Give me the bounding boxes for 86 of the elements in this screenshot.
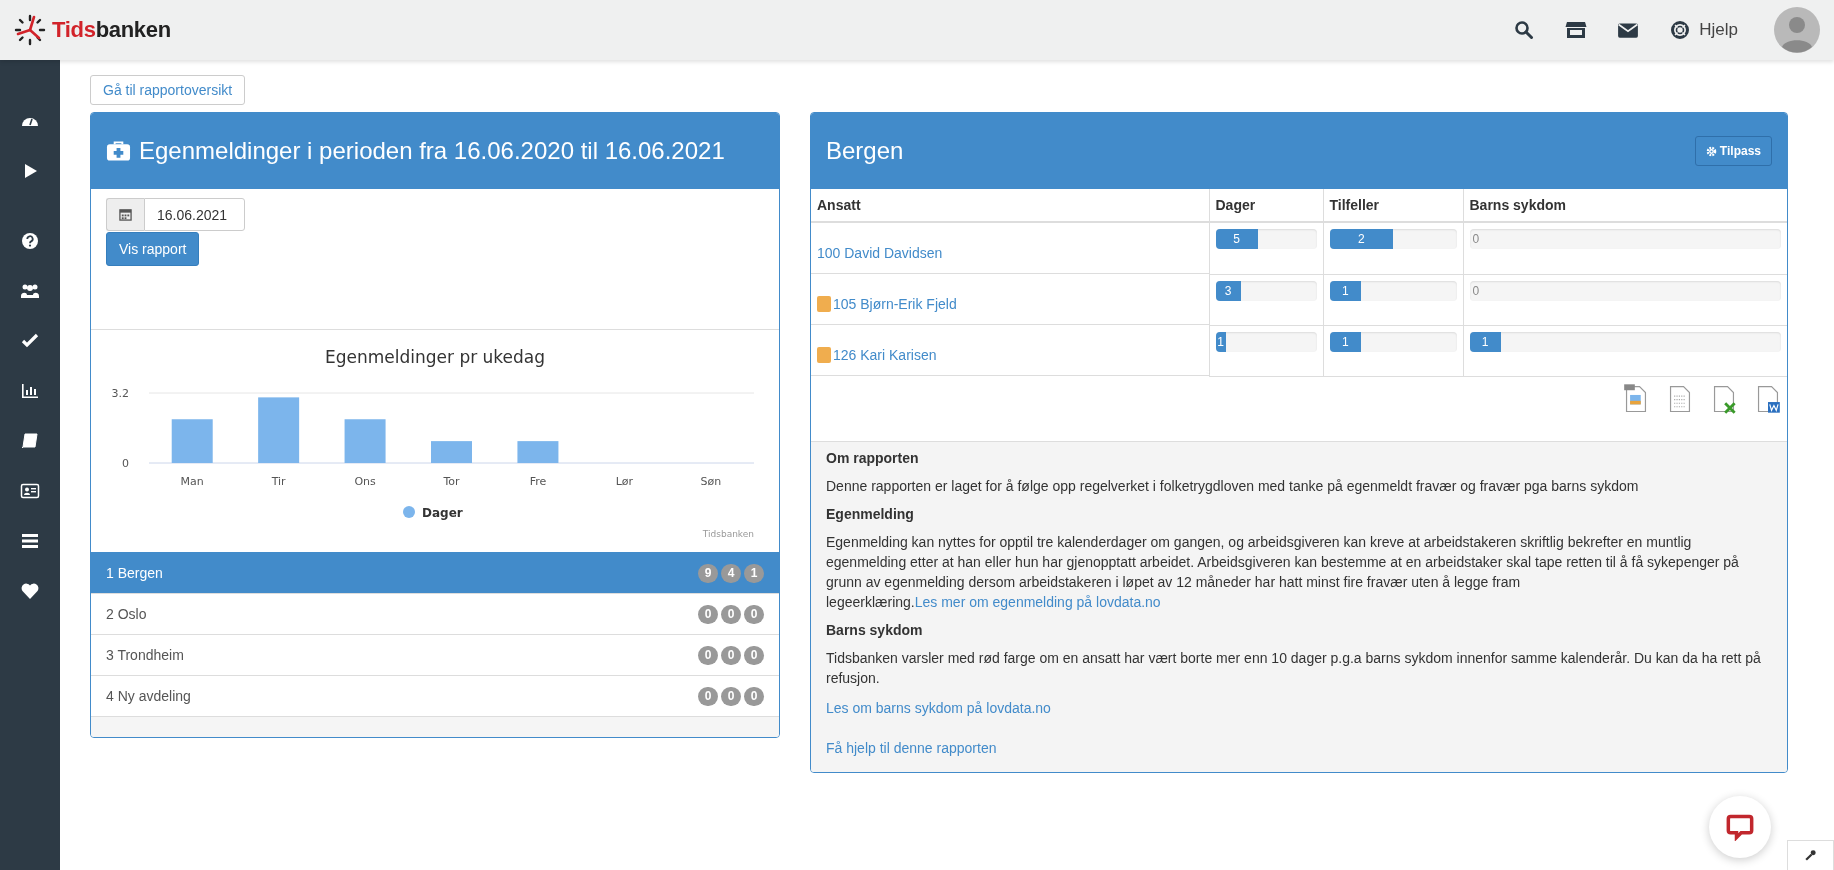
x-axis-label: Fre — [529, 475, 547, 488]
wrench-icon — [1804, 849, 1817, 862]
count-badge: 0 — [721, 645, 741, 665]
lovdata-link[interactable]: Les mer om egenmelding på lovdata.no — [914, 593, 1161, 610]
chart-bar — [431, 441, 472, 463]
date-field[interactable]: 16.06.2021 — [144, 198, 245, 231]
count-badge: 0 — [721, 686, 741, 706]
x-axis-label: Man — [180, 475, 204, 488]
logo-text: Tidsbanken — [52, 17, 171, 43]
info-heading: Barns sykdom — [826, 621, 924, 638]
progress-fill: 1 — [1215, 331, 1226, 352]
report-title: Egenmeldinger i perioden fra 16.06.2020 til 16.06.2021 — [139, 137, 725, 165]
count-badge: 0 — [744, 645, 764, 665]
department-title: Bergen — [826, 137, 904, 165]
progress-value: 0 — [1471, 282, 1480, 300]
customize-button[interactable]: Tilpass — [1694, 136, 1772, 166]
list-icon[interactable] — [20, 531, 40, 551]
chart-credit[interactable]: Tidsbanken — [702, 529, 754, 539]
logo[interactable]: Tidsbanken — [14, 14, 171, 46]
chart-bar — [171, 419, 213, 463]
report-help-link[interactable]: Få hjelp til denne rapporten — [826, 739, 997, 756]
calendar-addon[interactable] — [106, 198, 144, 231]
progress-fill: 1 — [1469, 331, 1501, 352]
x-axis-label: Tir — [271, 475, 286, 488]
help-link[interactable]: Hjelp — [1669, 20, 1738, 40]
y-tick-label: 3.2 — [111, 387, 129, 400]
back-to-overview-button[interactable]: Gå til rapportoversikt — [90, 75, 246, 105]
x-axis-label: Ons — [354, 475, 376, 488]
department-item[interactable]: 3 Trondheim 0 0 0 — [91, 634, 779, 675]
progress-fill: 3 — [1215, 280, 1241, 301]
count-badge: 0 — [698, 645, 718, 665]
store-icon[interactable] — [1565, 20, 1588, 40]
lifebuoy-icon — [1669, 20, 1692, 40]
employee-link[interactable]: 105 Bjørn-Erik Fjeld — [833, 296, 957, 312]
chart-bar — [517, 441, 559, 463]
progress-fill: 1 — [1329, 331, 1362, 352]
image-file-icon[interactable] — [1623, 382, 1649, 414]
chat-button[interactable] — [1709, 796, 1771, 858]
progress-fill: 2 — [1329, 229, 1393, 249]
employee-link[interactable]: 100 David Davidsen — [817, 245, 943, 261]
x-axis-label: Søn — [700, 475, 722, 488]
column-header: Tilfeller — [1323, 189, 1463, 222]
chart-bar — [258, 397, 300, 463]
count-badge: 0 — [698, 686, 718, 706]
chat-bubble-icon — [1726, 813, 1754, 841]
count-badge: 0 — [721, 604, 741, 624]
legend-dot-icon — [403, 506, 415, 518]
heart-icon[interactable] — [20, 581, 40, 601]
count-badge: 0 — [744, 604, 764, 624]
x-axis-label: Lør — [615, 475, 634, 488]
count-badge: 1 — [744, 563, 764, 583]
chart-bar — [344, 419, 386, 463]
info-paragraph: Egenmelding kan nyttes for opptil tre kalenderdager om gangen, og arbeidsgiveren kan kreve at arbeidstakeren skriftlig bekrefter en muntlig egenmelding etter at han eller hun har gjenopptatt arbeidet. Arbeidsgiveren kan bestemme at en arbeidstaker skal tape retten til å få sykepenger på grunn av egenmelding dersom arbeidstakeren i løpet av 12 måneder har hatt minst fire fravær uten å legge fram legeerklæring.Les mer om egenmelding på lovdata.no — [826, 532, 1740, 612]
department-item[interactable]: 2 Oslo 0 0 0 — [91, 593, 779, 634]
tools-button[interactable] — [1787, 840, 1834, 870]
show-report-button[interactable]: Vis rapport — [106, 232, 200, 266]
info-paragraph: Tidsbanken varsler med rød farge om en ansatt har vært borte mer enn 10 dager p.g.a barns sykdom innenfor samme kalenderår. Du kan da ha rett på refusjon. — [826, 648, 1762, 688]
clock-logo-icon — [14, 14, 46, 46]
first-aid-kit-icon — [106, 140, 131, 162]
count-badge: 0 — [698, 604, 718, 624]
count-badge: 0 — [744, 686, 764, 706]
calendar-icon — [119, 208, 132, 221]
department-item[interactable]: 1 Bergen 9 4 1 — [91, 552, 779, 593]
info-heading: Om rapporten — [826, 449, 920, 466]
card-icon[interactable] — [20, 481, 40, 501]
info-heading: Egenmelding — [826, 505, 915, 522]
column-header: Barns sykdom — [1463, 189, 1787, 222]
column-header: Dager — [1209, 189, 1323, 222]
progress-fill: 1 — [1329, 280, 1362, 301]
chart-icon[interactable] — [20, 381, 40, 401]
lovdata-link[interactable]: Les om barns sykdom på lovdata.no — [826, 699, 1051, 716]
employee-link[interactable]: 126 Kari Karisen — [833, 347, 937, 363]
mail-icon[interactable] — [1617, 20, 1640, 40]
progress-fill: 5 — [1215, 229, 1258, 249]
count-badge: 4 — [721, 563, 741, 583]
y-tick-label: 0 — [122, 457, 129, 470]
help-icon[interactable] — [20, 231, 40, 251]
user-avatar[interactable] — [1774, 7, 1820, 53]
chart-title: Egenmeldinger pr ukedag — [324, 347, 546, 367]
search-icon[interactable] — [1513, 20, 1536, 40]
column-header: Ansatt — [811, 189, 1209, 222]
legend-label[interactable]: Dager — [422, 506, 463, 520]
progress-value: 0 — [1471, 231, 1480, 248]
count-badge: 9 — [698, 563, 718, 583]
x-axis-label: Tor — [443, 475, 460, 488]
info-paragraph: Denne rapporten er laget for å følge opp regelverket i folketrygdloven med tanke på egenmeldt fravær og fravær pga barns sykdom — [826, 476, 1640, 496]
